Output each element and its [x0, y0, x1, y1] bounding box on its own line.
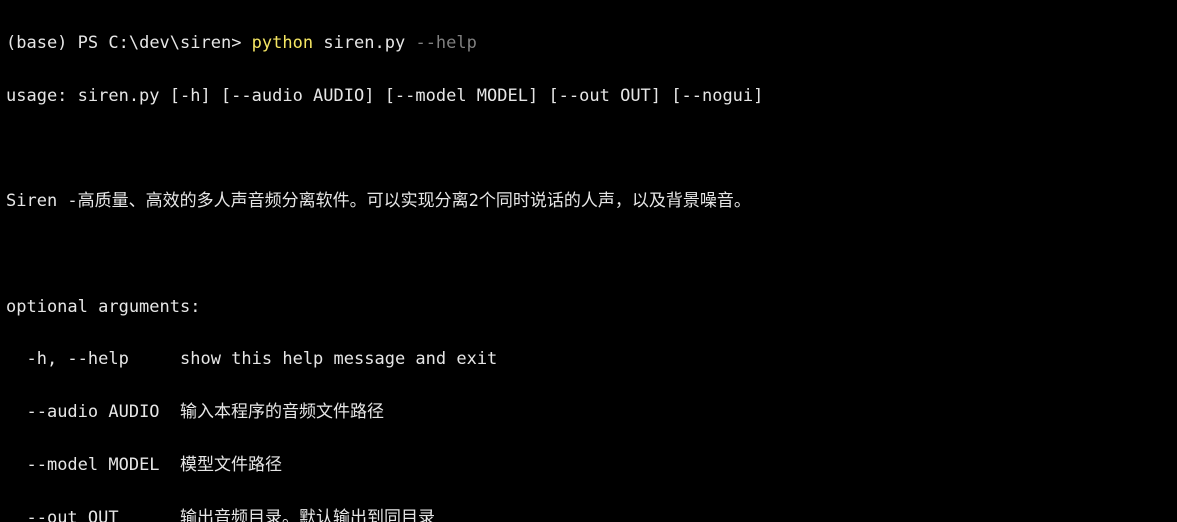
- optional-args-header: optional arguments:: [6, 294, 1171, 320]
- terminal-output[interactable]: (base) PS C:\dev\siren> python siren.py …: [0, 0, 1177, 522]
- arg-audio: --audio AUDIO 输入本程序的音频文件路径: [6, 399, 1171, 425]
- description-line: Siren -高质量、高效的多人声音频分离软件。可以实现分离2个同时说话的人声，…: [6, 188, 1171, 214]
- cmd-python: python: [252, 33, 324, 53]
- prompt-path: C:\dev\siren>: [108, 33, 251, 53]
- cmd-script: siren.py: [323, 33, 415, 53]
- arg-model: --model MODEL 模型文件路径: [6, 452, 1171, 478]
- blank-line: [6, 241, 1171, 267]
- command-line-1: (base) PS C:\dev\siren> python siren.py …: [6, 30, 1171, 56]
- usage-line: usage: siren.py [-h] [--audio AUDIO] [--…: [6, 83, 1171, 109]
- prompt-env: (base): [6, 33, 78, 53]
- arg-out: --out OUT 输出音频目录。默认输出到同目录: [6, 505, 1171, 522]
- flag-help: --help: [415, 33, 476, 53]
- blank-line: [6, 136, 1171, 162]
- arg-help: -h, --help show this help message and ex…: [6, 346, 1171, 372]
- prompt-ps: PS: [78, 33, 109, 53]
